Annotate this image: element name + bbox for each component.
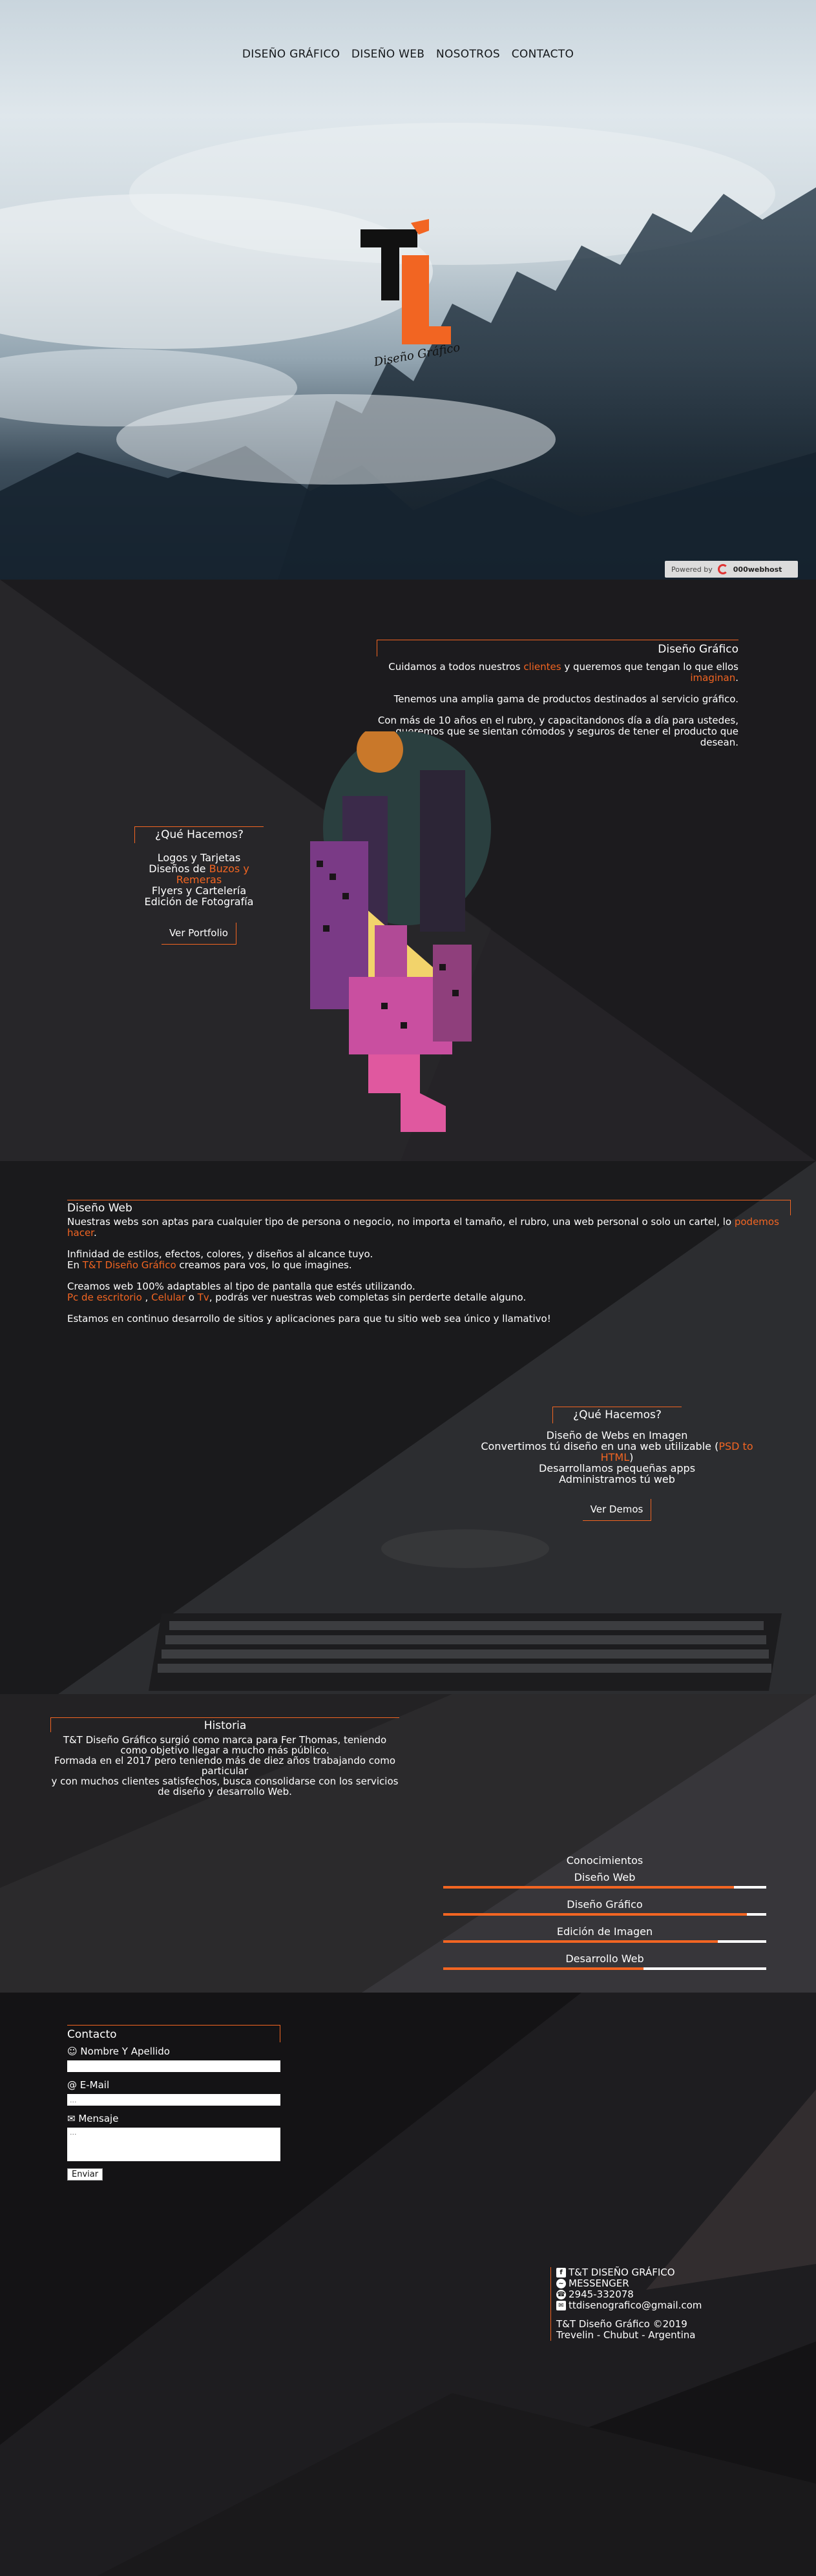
historia-text-1: T&T Diseño Gráfico surgió como marca par… bbox=[63, 1734, 387, 1756]
skill-label: Desarrollo Web bbox=[565, 1953, 644, 1965]
page: DISEÑO GRÁFICO DISEÑO WEB NOSOTROS CONTA… bbox=[0, 0, 816, 2576]
web-service-2: Convertimos tú diseño en una web utiliza… bbox=[481, 1440, 753, 1463]
nav-diseno-grafico[interactable]: DISEÑO GRÁFICO bbox=[242, 48, 340, 61]
message-label: ✉ Mensaje bbox=[67, 2113, 119, 2124]
skill-bar bbox=[443, 1967, 766, 1970]
name-label: ☺ Nombre Y Apellido bbox=[67, 2046, 170, 2057]
skill-bar bbox=[443, 1913, 766, 1916]
skill-diseno-web: Diseño Web bbox=[443, 1872, 766, 1889]
city-illustration bbox=[310, 731, 491, 1132]
ver-portfolio-button[interactable]: Ver Portfolio bbox=[162, 923, 236, 945]
grafico-paragraph-1: Cuidamos a todos nuestros clientes y que… bbox=[388, 661, 738, 684]
grafico-service-2: Diseños de Buzos y Remeras bbox=[149, 863, 249, 886]
footer-info: f T&T DISEÑO GRÁFICO ~ MESSENGER ☎ 2945-332… bbox=[550, 2267, 744, 2341]
web-service-1: Diseño de Webs en Imagen bbox=[546, 1429, 688, 1441]
contacto-section: Contacto ☺ Nombre Y Apellido @ E-Mail ✉ … bbox=[0, 1993, 816, 2576]
grafico-paragraph-2: Tenemos una amplia gama de productos des… bbox=[393, 693, 738, 705]
grafico-title: Diseño Gráfico bbox=[377, 640, 738, 656]
logo-text: Diseño Gráfico bbox=[372, 340, 461, 368]
message-input[interactable] bbox=[67, 2128, 280, 2161]
skill-bar bbox=[443, 1940, 766, 1943]
grafico-service-4: Edición de Fotografía bbox=[144, 895, 254, 908]
skill-desarrollo-web: Desarrollo Web bbox=[443, 1953, 766, 1970]
powered-badge[interactable]: Powered by 000webhost bbox=[665, 561, 798, 578]
skill-label: Diseño Gráfico bbox=[567, 1898, 643, 1911]
footer-email[interactable]: ✉ ttdisenografico@gmail.com bbox=[556, 2300, 744, 2311]
contact-form: Contacto ☺ Nombre Y Apellido @ E-Mail ✉ … bbox=[67, 2025, 280, 2181]
enviar-button[interactable]: Enviar bbox=[67, 2168, 103, 2181]
historia-block: Historia T&T Diseño Gráfico surgió como … bbox=[50, 1717, 399, 1797]
main-nav: DISEÑO GRÁFICO DISEÑO WEB NOSOTROS CONTA… bbox=[0, 48, 816, 61]
historia-text-3: y con muchos clientes satisfechos, busca… bbox=[51, 1775, 399, 1797]
email-input[interactable] bbox=[67, 2094, 280, 2106]
web-paragraph-1: Nuestras webs son aptas para cualquier t… bbox=[67, 1216, 779, 1239]
tt-logo: Diseño Gráfico bbox=[361, 219, 461, 368]
mail-icon: ✉ bbox=[556, 2301, 566, 2310]
diseno-grafico-section: Diseño Gráfico Cuidamos a todos nuestros… bbox=[0, 580, 816, 1161]
nav-contacto[interactable]: CONTACTO bbox=[512, 48, 574, 61]
web-paragraph-4: Estamos en continuo desarrollo de sitios… bbox=[67, 1313, 551, 1325]
name-input[interactable] bbox=[67, 2060, 280, 2072]
skill-edicion-imagen: Edición de Imagen bbox=[443, 1926, 766, 1943]
web-que-hacemos: ¿Qué Hacemos? Diseño de Webs en Imagen C… bbox=[465, 1407, 769, 1521]
web-service-4: Administramos tú web bbox=[559, 1473, 675, 1485]
skill-diseno-grafico: Diseño Gráfico bbox=[443, 1899, 766, 1916]
footer-whatsapp[interactable]: ☎ 2945-332078 bbox=[556, 2289, 744, 2300]
powered-brand: 000webhost bbox=[733, 565, 782, 574]
web-intro: Diseño Web Nuestras webs son aptas para … bbox=[67, 1200, 791, 1335]
grafico-que-hacemos: ¿Qué Hacemos? Logos y Tarjetas Diseños d… bbox=[134, 826, 264, 945]
web-service-3: Desarrollamos pequeñas apps bbox=[538, 1462, 696, 1474]
skill-label: Edición de Imagen bbox=[556, 1925, 653, 1938]
nav-diseno-web[interactable]: DISEÑO WEB bbox=[351, 48, 424, 61]
contacto-title: Contacto bbox=[67, 2025, 280, 2042]
web-que-title: ¿Qué Hacemos? bbox=[552, 1407, 682, 1423]
nav-nosotros[interactable]: NOSOTROS bbox=[436, 48, 500, 61]
powered-prefix: Powered by bbox=[671, 565, 713, 574]
user-icon: ☺ bbox=[67, 2046, 78, 2057]
historia-title: Historia bbox=[50, 1717, 399, 1732]
footer-facebook[interactable]: f T&T DISEÑO GRÁFICO bbox=[556, 2267, 744, 2278]
skills-title: Conocimientos bbox=[566, 1854, 643, 1867]
footer-location: Trevelin - Chubut - Argentina bbox=[556, 2329, 696, 2341]
diseno-web-section: Diseño Web Nuestras webs son aptas para … bbox=[0, 1161, 816, 1694]
historia-text-2: Formada en el 2017 pero teniendo más de … bbox=[54, 1755, 395, 1777]
ver-demos-button[interactable]: Ver Demos bbox=[582, 1499, 652, 1521]
web-paragraph-2: Infinidad de estilos, efectos, colores, … bbox=[67, 1248, 373, 1271]
at-icon: @ bbox=[67, 2079, 77, 2091]
whatsapp-icon: ☎ bbox=[556, 2290, 566, 2299]
webhost-logo-icon bbox=[717, 564, 728, 574]
facebook-icon: f bbox=[556, 2268, 566, 2278]
web-title: Diseño Web bbox=[67, 1200, 791, 1215]
grafico-service-1: Logos y Tarjetas bbox=[157, 852, 241, 864]
grafico-service-3: Flyers y Cartelería bbox=[151, 885, 247, 897]
nosotros-section: Historia T&T Diseño Gráfico surgió como … bbox=[0, 1694, 816, 1993]
skill-bar bbox=[443, 1886, 766, 1889]
web-paragraph-3: Creamos web 100% adaptables al tipo de p… bbox=[67, 1281, 527, 1303]
email-label: @ E-Mail bbox=[67, 2079, 110, 2091]
messenger-icon: ~ bbox=[556, 2279, 566, 2288]
footer-copyright: T&T Diseño Gráfico ©2019 bbox=[556, 2318, 687, 2330]
skills-block: Conocimientos Diseño Web Diseño Gráfico … bbox=[443, 1854, 766, 1980]
grafico-que-title: ¿Qué Hacemos? bbox=[134, 826, 264, 843]
footer-messenger[interactable]: ~ MESSENGER bbox=[556, 2278, 744, 2289]
skill-label: Diseño Web bbox=[574, 1871, 636, 1883]
comment-icon: ✉ bbox=[67, 2113, 76, 2124]
hero-section: DISEÑO GRÁFICO DISEÑO WEB NOSOTROS CONTA… bbox=[0, 0, 816, 580]
